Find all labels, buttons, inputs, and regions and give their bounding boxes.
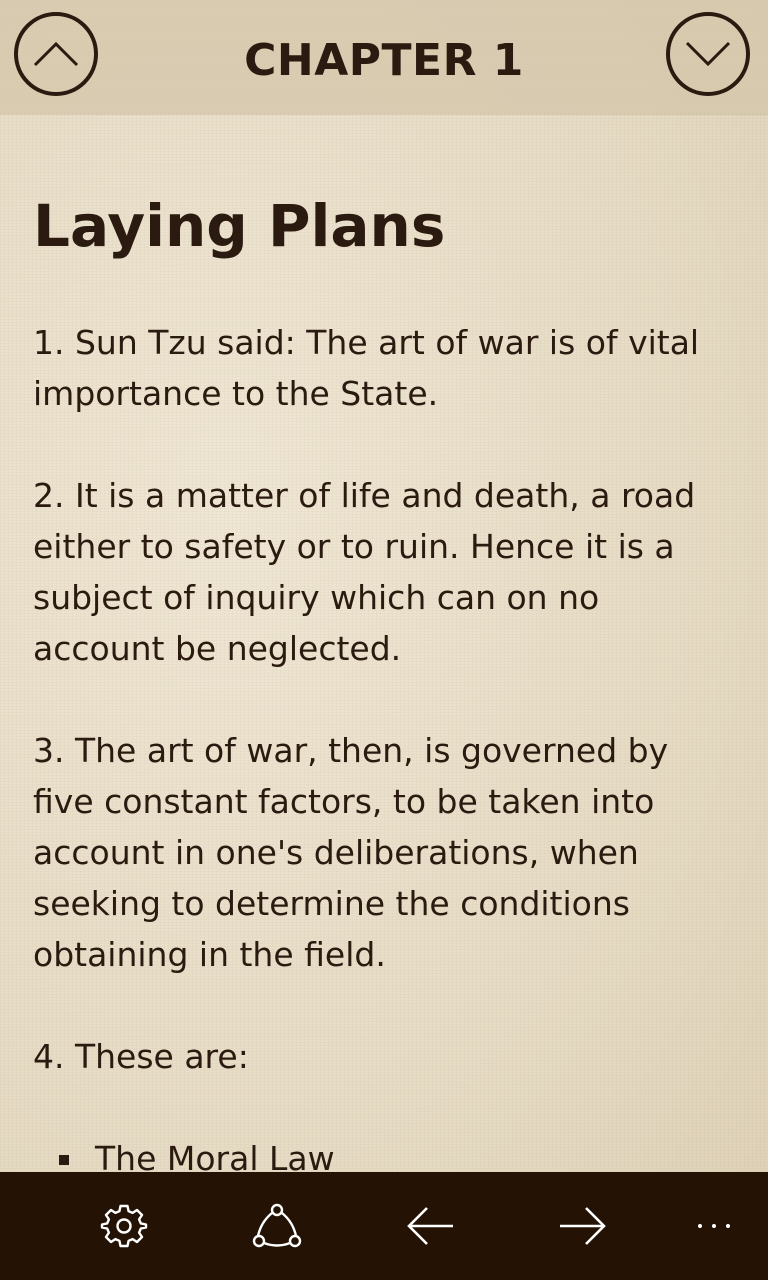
next-chapter-button[interactable] bbox=[666, 12, 750, 96]
share-button[interactable] bbox=[251, 1200, 303, 1252]
more-button[interactable] bbox=[688, 1200, 740, 1252]
paragraph: 2. It is a matter of life and death, a r… bbox=[33, 476, 696, 668]
chapter-header: CHAPTER 1 bbox=[0, 0, 768, 114]
chapter-content[interactable]: Laying Plans 1. Sun Tzu said: The art of… bbox=[33, 186, 723, 1184]
chevron-up-icon bbox=[33, 41, 79, 67]
bottom-app-bar bbox=[0, 1172, 768, 1280]
paragraph: 4. These are: bbox=[33, 1037, 249, 1076]
share-icon bbox=[252, 1203, 302, 1248]
more-icon bbox=[698, 1224, 730, 1228]
arrow-right-icon bbox=[560, 1207, 606, 1245]
reader-page: CHAPTER 1 Laying Plans 1. Sun Tzu said: … bbox=[0, 0, 768, 1280]
paragraph: 3. The art of war, then, is governed by … bbox=[33, 731, 669, 974]
paragraph: 1. Sun Tzu said: The art of war is of vi… bbox=[33, 323, 700, 413]
chapter-title: CHAPTER 1 bbox=[244, 35, 524, 86]
settings-button[interactable] bbox=[98, 1200, 150, 1252]
section-title: Laying Plans bbox=[33, 192, 446, 260]
back-button[interactable] bbox=[404, 1200, 456, 1252]
previous-chapter-button[interactable] bbox=[14, 12, 98, 96]
forward-button[interactable] bbox=[557, 1200, 609, 1252]
arrow-left-icon bbox=[407, 1207, 453, 1245]
gear-icon bbox=[100, 1204, 148, 1248]
chevron-down-icon bbox=[685, 41, 731, 67]
